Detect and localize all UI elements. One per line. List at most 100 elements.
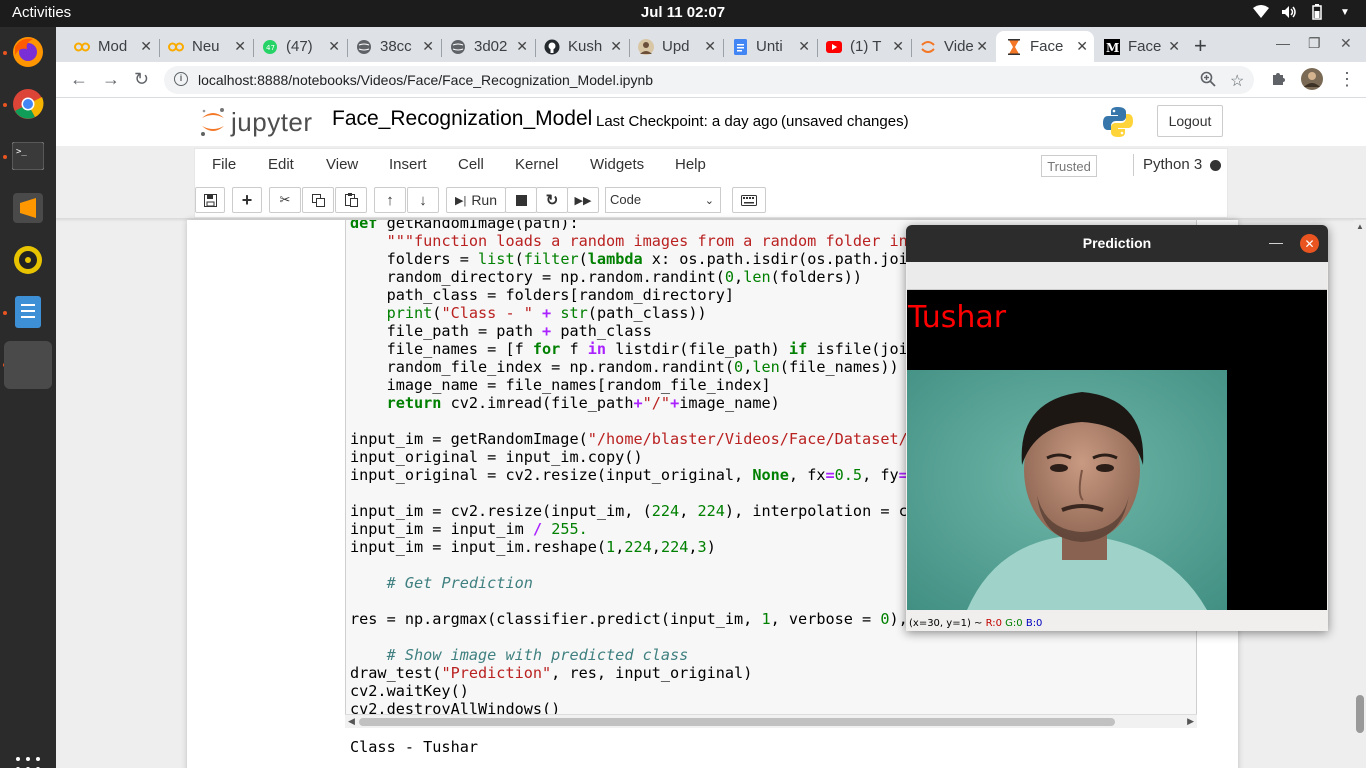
tab-strip: Mod ✕ Neu ✕ 47 (47) ✕ 38cc ✕ 3d02 ✕ Kush… [56, 27, 1366, 62]
python-logo-icon [1102, 106, 1134, 143]
prediction-window[interactable]: Prediction — ✕ Tushar (x=30, y=1) ~ R:0 … [906, 225, 1328, 631]
scrollbar-thumb[interactable] [1356, 695, 1364, 733]
close-icon[interactable]: ✕ [422, 38, 434, 55]
menu-help[interactable]: Help [675, 156, 706, 173]
tab-1[interactable]: Neu ✕ [158, 31, 252, 62]
close-icon[interactable]: ✕ [140, 38, 152, 55]
cell-type-select[interactable]: Code ⌄ [605, 187, 721, 213]
maximize-icon[interactable]: ❐ [1308, 35, 1321, 52]
forward-icon[interactable]: → [102, 69, 120, 90]
clock[interactable]: Jul 11 02:07 [641, 4, 725, 21]
window-title[interactable]: Prediction [906, 225, 1328, 262]
close-icon[interactable]: ✕ [1076, 38, 1088, 55]
menu-edit[interactable]: Edit [268, 156, 294, 173]
chevron-down-icon[interactable]: ▼ [1336, 3, 1354, 21]
command-palette-button[interactable] [732, 187, 766, 213]
move-up-button[interactable]: ↑ [374, 187, 406, 213]
tab-8[interactable]: (1) T ✕ [816, 31, 910, 62]
scroll-left-icon[interactable]: ◀ [348, 716, 355, 727]
close-icon[interactable]: ✕ [1300, 234, 1319, 253]
cut-button[interactable]: ✂ [269, 187, 301, 213]
notebook-title[interactable]: Face_Recognization_Model [332, 107, 592, 131]
wifi-icon[interactable] [1252, 3, 1270, 21]
jupyter-logo[interactable]: jupyter [199, 106, 313, 138]
tab-10-active[interactable]: Face ✕ [996, 31, 1094, 62]
tab-6[interactable]: Upd ✕ [628, 31, 722, 62]
show-applications-icon[interactable] [16, 757, 40, 768]
system-tray[interactable]: ▼ [1252, 3, 1354, 21]
url-text[interactable]: localhost:8888/notebooks/Videos/Face/Fac… [198, 72, 653, 88]
back-icon[interactable]: ← [70, 69, 88, 90]
run-button[interactable]: ▶| Run [446, 187, 506, 213]
tab-5[interactable]: Kush ✕ [534, 31, 628, 62]
tab-9[interactable]: Vide ✕ [910, 31, 994, 62]
tab-2[interactable]: 47 (47) ✕ [252, 31, 346, 62]
paste-button[interactable] [335, 187, 367, 213]
tab-3[interactable]: 38cc ✕ [346, 31, 440, 62]
trusted-badge[interactable]: Trusted [1041, 155, 1097, 177]
profile-avatar-icon[interactable] [1301, 68, 1323, 95]
bookmark-star-icon[interactable]: ☆ [1230, 71, 1244, 91]
close-icon[interactable]: ✕ [704, 38, 716, 55]
scroll-up-icon[interactable]: ▲ [1356, 222, 1364, 231]
colab-icon [74, 39, 90, 55]
extensions-icon[interactable] [1270, 70, 1287, 92]
terminal-icon[interactable]: >_ [8, 136, 48, 176]
close-icon[interactable]: ✕ [976, 38, 988, 55]
scroll-right-icon[interactable]: ▶ [1187, 716, 1194, 727]
close-icon[interactable]: ✕ [892, 38, 904, 55]
move-down-button[interactable]: ↓ [407, 187, 439, 213]
interrupt-button[interactable] [505, 187, 537, 213]
sublime-text-icon[interactable] [8, 188, 48, 228]
menu-kernel[interactable]: Kernel [515, 156, 558, 173]
menu-widgets[interactable]: Widgets [590, 156, 644, 173]
new-tab-button[interactable]: + [1194, 33, 1207, 59]
jupyter-wordmark: jupyter [231, 106, 313, 137]
logout-button[interactable]: Logout [1157, 105, 1223, 137]
firefox-icon[interactable] [8, 32, 48, 72]
arrow-up-icon: ↑ [386, 191, 394, 209]
active-window-icon[interactable] [4, 341, 52, 389]
svg-text:47: 47 [266, 44, 275, 52]
horizontal-scrollbar[interactable]: ◀ ▶ [345, 714, 1197, 728]
close-icon[interactable]: ✕ [798, 38, 810, 55]
copy-button[interactable] [302, 187, 334, 213]
tab-11[interactable]: M Face ✕ [1094, 31, 1186, 62]
chrome-icon[interactable] [8, 84, 48, 124]
tab-7[interactable]: Unti ✕ [722, 31, 816, 62]
close-icon[interactable]: ✕ [610, 38, 622, 55]
notebook-toolbar: + ✂ ↑ ↓ ▶| Run ↻ ▶▶ Code ⌄ [194, 180, 1228, 218]
restart-run-all-button[interactable]: ▶▶ [567, 187, 599, 213]
save-button[interactable] [195, 187, 225, 213]
minimize-icon[interactable]: — [1269, 234, 1283, 250]
activities-button[interactable]: Activities [12, 4, 71, 21]
close-icon[interactable]: ✕ [1168, 38, 1180, 55]
image-canvas[interactable]: Tushar [907, 290, 1327, 610]
scrollbar-thumb[interactable] [359, 718, 1115, 726]
tab-label: 38cc [380, 38, 412, 55]
menu-view[interactable]: View [326, 156, 358, 173]
reload-icon[interactable]: ↻ [134, 69, 149, 90]
tab-4[interactable]: 3d02 ✕ [440, 31, 534, 62]
omnibox[interactable]: i localhost:8888/notebooks/Videos/Face/F… [164, 66, 1254, 94]
close-icon[interactable]: ✕ [234, 38, 246, 55]
restart-button[interactable]: ↻ [536, 187, 568, 213]
minimize-icon[interactable]: — [1276, 35, 1290, 51]
insert-cell-button[interactable]: + [232, 187, 262, 213]
zoom-icon[interactable] [1200, 71, 1216, 92]
rhythmbox-icon[interactable] [8, 240, 48, 280]
close-icon[interactable]: ✕ [516, 38, 528, 55]
chrome-menu-icon[interactable]: ⋮ [1338, 69, 1356, 90]
site-info-icon[interactable]: i [174, 72, 188, 86]
close-icon[interactable]: ✕ [328, 38, 340, 55]
battery-icon[interactable] [1308, 3, 1326, 21]
close-window-icon[interactable]: ✕ [1340, 35, 1352, 52]
kernel-name[interactable]: Python 3 [1143, 156, 1202, 173]
page-scrollbar[interactable]: ▲ [1354, 220, 1366, 768]
files-icon[interactable] [8, 292, 48, 332]
menu-insert[interactable]: Insert [389, 156, 427, 173]
tab-0[interactable]: Mod ✕ [64, 31, 158, 62]
menu-file[interactable]: File [212, 156, 236, 173]
volume-icon[interactable] [1280, 3, 1298, 21]
menu-cell[interactable]: Cell [458, 156, 484, 173]
